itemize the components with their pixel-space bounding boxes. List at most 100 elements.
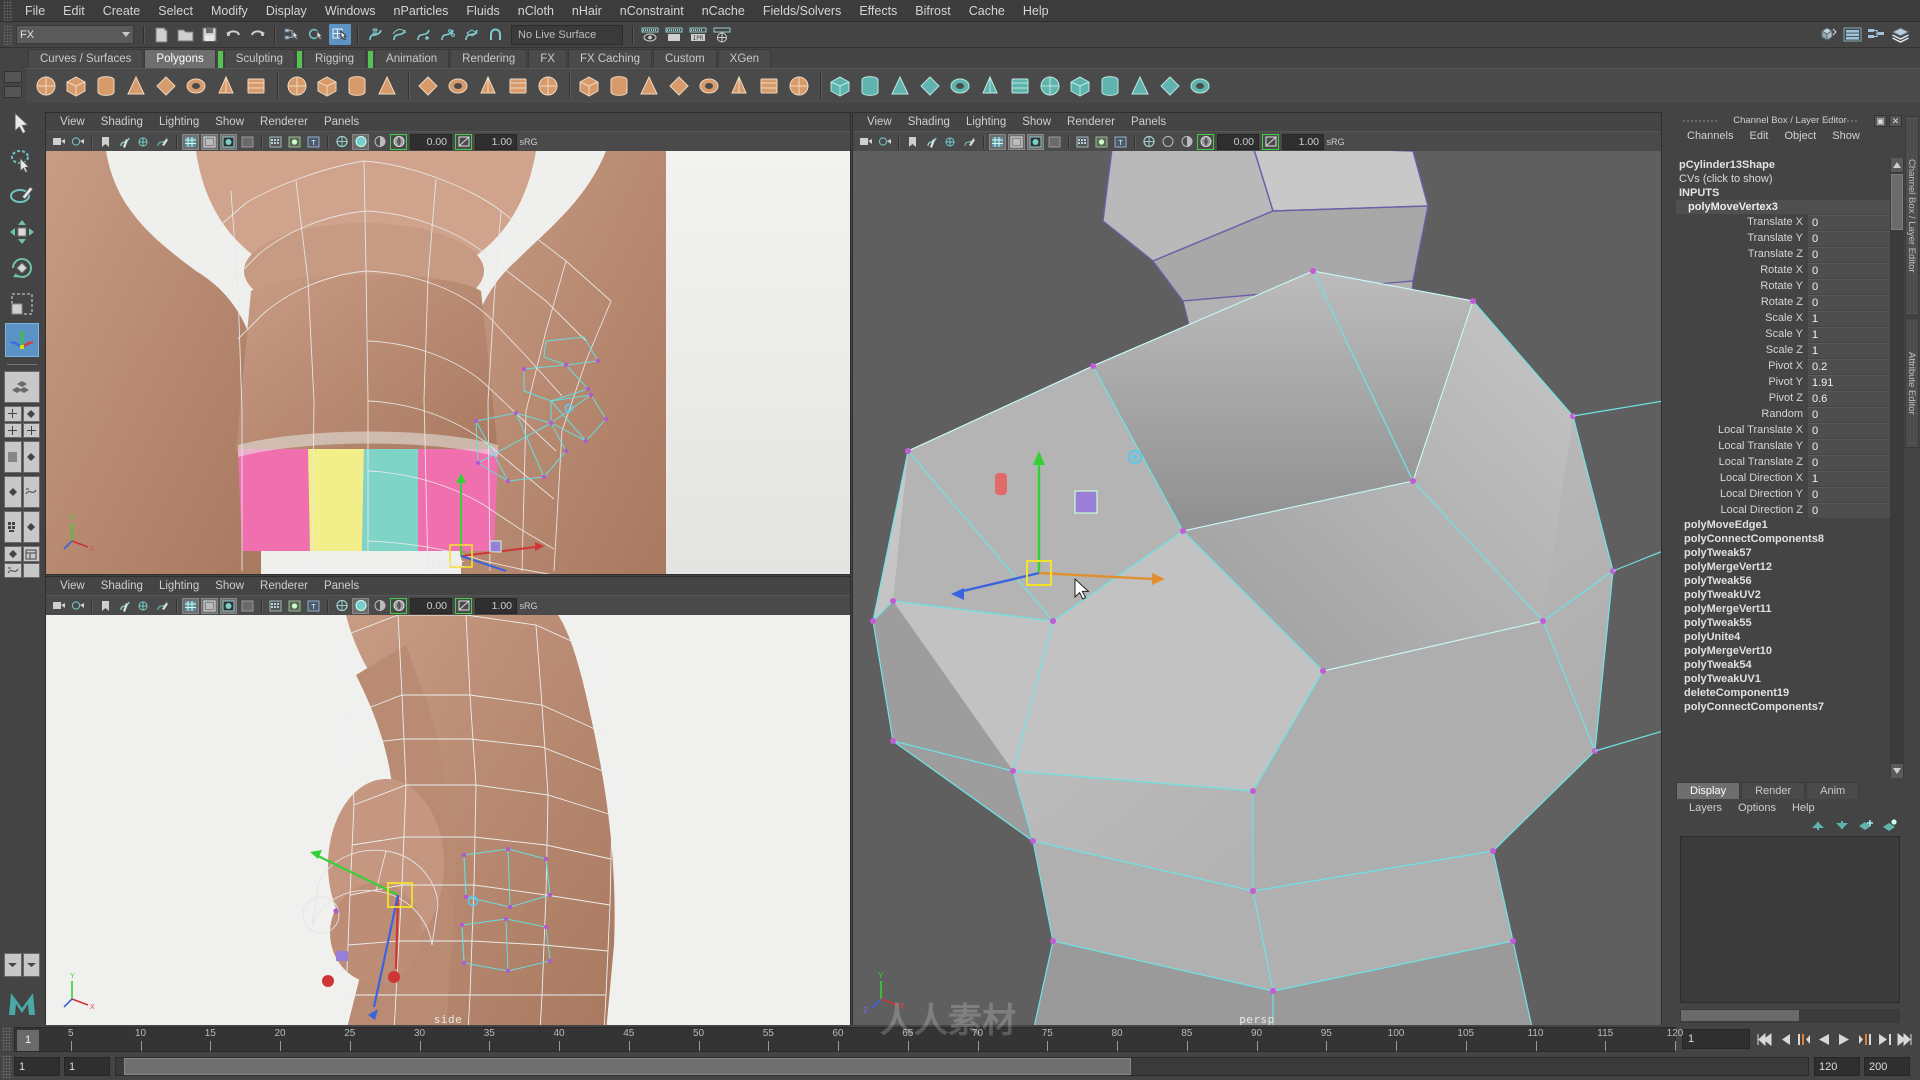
poly-pipe-icon[interactable]	[283, 71, 311, 101]
gamma-field[interactable]: 1.00	[475, 133, 517, 150]
channel-history-node[interactable]: polyMergeVert10	[1676, 644, 1904, 658]
panel-grip-right[interactable]	[1822, 119, 1858, 123]
channel-history-node[interactable]: polyMergeVert11	[1676, 602, 1904, 616]
channel-box-inputs-header[interactable]: INPUTS	[1676, 186, 1904, 200]
screen-space-ao-icon[interactable]	[1140, 134, 1157, 150]
channel-history-node[interactable]: polyUnite4	[1676, 630, 1904, 644]
film-gate-icon[interactable]	[961, 134, 978, 150]
offset-edge-loop-icon[interactable]	[946, 71, 974, 101]
go-to-end-icon[interactable]	[1894, 1029, 1914, 1049]
select-by-hierarchy-icon[interactable]	[281, 24, 303, 45]
scale-tool-icon[interactable]	[5, 287, 39, 321]
viewport-persp-canvas[interactable]: Y X Z persp	[853, 151, 1661, 1030]
paint-select-tool-icon[interactable]	[5, 179, 39, 213]
bookmark-icon[interactable]	[97, 598, 114, 614]
snap-to-grid-icon[interactable]	[364, 24, 386, 45]
slide-edge-icon[interactable]	[976, 71, 1004, 101]
scrollbar-thumb[interactable]	[1681, 1010, 1799, 1021]
quad-draw-icon[interactable]	[826, 71, 854, 101]
magnet-icon[interactable]	[484, 24, 506, 45]
shelf-tab-sculpting[interactable]: Sculpting	[223, 49, 296, 68]
layer-editor-menu-options[interactable]: Options	[1730, 802, 1784, 814]
viewport-front-menu-renderer[interactable]: Renderer	[252, 116, 316, 128]
channel-attribute-row[interactable]: Local Translate Z0	[1676, 454, 1904, 470]
channel-history-node[interactable]: polyTweak55	[1676, 616, 1904, 630]
menu-item-create[interactable]: Create	[94, 1, 150, 21]
channel-box-shape-name[interactable]: pCylinder13Shape	[1676, 158, 1904, 172]
flat-shade-icon[interactable]	[1046, 134, 1063, 150]
undo-icon[interactable]	[222, 24, 244, 45]
menu-item-fields-solvers[interactable]: Fields/Solvers	[754, 1, 851, 21]
channel-history-node[interactable]: polyTweakUV1	[1676, 672, 1904, 686]
menu-item-nparticles[interactable]: nParticles	[385, 1, 458, 21]
view-transform-icon[interactable]	[1262, 133, 1279, 150]
channel-attribute-row[interactable]: Pivot X 0.2	[1676, 358, 1904, 374]
channel-box-input-node[interactable]: polyMoveVertex3	[1676, 200, 1904, 214]
channel-attribute-row[interactable]: Translate X0	[1676, 214, 1904, 230]
viewport-side-menu-shading[interactable]: Shading	[93, 580, 151, 592]
menu-item-windows[interactable]: Windows	[316, 1, 385, 21]
layer-editor-tab-display[interactable]: Display	[1676, 782, 1741, 799]
viewport-persp-menu-lighting[interactable]: Lighting	[958, 116, 1014, 128]
image-plane-icon[interactable]	[116, 598, 133, 614]
screen-space-ao-icon[interactable]	[333, 134, 350, 150]
color-space-icon[interactable]: sRG	[1327, 134, 1345, 150]
step-back-frame-icon[interactable]	[1774, 1029, 1794, 1049]
step-forward-key-icon[interactable]	[1854, 1029, 1874, 1049]
multisample-aa-icon[interactable]	[1178, 134, 1195, 150]
view-transform-icon[interactable]	[455, 133, 472, 150]
wireframe-shading-icon[interactable]	[989, 133, 1006, 150]
viewport-side-menu-show[interactable]: Show	[207, 580, 252, 592]
viewport-front-menu-panels[interactable]: Panels	[316, 116, 367, 128]
channel-history-node[interactable]: polyConnectComponents7	[1676, 700, 1904, 714]
range-thumb[interactable]	[124, 1058, 1132, 1075]
range-slider-grip[interactable]	[2, 1054, 12, 1079]
viewport-side-menu-view[interactable]: View	[52, 580, 93, 592]
snap-to-view-plane-icon[interactable]	[460, 24, 482, 45]
channel-box-scrollbar[interactable]	[1890, 158, 1904, 778]
smooth-shade-all-icon[interactable]	[201, 597, 218, 614]
select-camera-icon[interactable]	[50, 598, 67, 614]
select-camera-icon[interactable]	[857, 134, 874, 150]
menu-item-edit[interactable]: Edit	[54, 1, 94, 21]
save-scene-icon[interactable]	[198, 24, 220, 45]
image-plane-icon[interactable]	[116, 134, 133, 150]
time-slider-track[interactable]: 1 5 10 15 20 25 30 35 40 45 50 55 60 65 70 75 80 85 90 95 1…	[14, 1026, 1683, 1052]
wireframe-shading-icon[interactable]	[182, 133, 199, 150]
menu-set-selector[interactable]: FX	[16, 25, 134, 44]
snap-to-projected-center-icon[interactable]	[436, 24, 458, 45]
toggle-layers-icon[interactable]	[1889, 24, 1911, 45]
open-outliner-icon[interactable]	[1841, 24, 1863, 45]
crease-icon[interactable]	[886, 71, 914, 101]
grid-toggle-icon[interactable]	[942, 134, 959, 150]
step-back-key-icon[interactable]	[1794, 1029, 1814, 1049]
render-region-icon[interactable]	[711, 24, 733, 45]
menu-bar-grip[interactable]	[3, 0, 13, 21]
snap-to-point-icon[interactable]	[412, 24, 434, 45]
reduce-icon[interactable]	[575, 71, 603, 101]
use-all-lights-icon[interactable]	[286, 134, 303, 150]
channel-history-node[interactable]: polyTweakUV2	[1676, 588, 1904, 602]
menu-item-fluids[interactable]: Fluids	[457, 1, 508, 21]
viewport-persp-menu-show[interactable]: Show	[1014, 116, 1059, 128]
uv-layout-icon[interactable]	[1186, 71, 1214, 101]
open-hypershade-icon[interactable]	[1817, 24, 1839, 45]
poly-cube-icon[interactable]	[62, 71, 90, 101]
poly-platonic-icon[interactable]	[373, 71, 401, 101]
smooth-shade-selected-icon[interactable]	[220, 597, 237, 614]
play-backwards-icon[interactable]	[1814, 1029, 1834, 1049]
grid-toggle-icon[interactable]	[135, 598, 152, 614]
hypershade-persp-layout-icon[interactable]	[4, 511, 40, 543]
multisample-aa-icon[interactable]	[371, 598, 388, 614]
open-node-editor-icon[interactable]	[1865, 24, 1887, 45]
channel-history-node[interactable]: deleteComponent19	[1676, 686, 1904, 700]
uv-planar-icon[interactable]	[1066, 71, 1094, 101]
gamma-correction-icon[interactable]	[390, 597, 407, 614]
multisample-aa-icon[interactable]	[371, 134, 388, 150]
layer-editor-tab-render[interactable]: Render	[1741, 782, 1806, 799]
poly-torus-icon[interactable]	[152, 71, 180, 101]
booleans-icon[interactable]	[474, 71, 502, 101]
image-plane-icon[interactable]	[923, 134, 940, 150]
shelf-menu-icon[interactable]	[4, 71, 22, 83]
outliner-persp-graph-layout-icon[interactable]	[4, 546, 40, 578]
